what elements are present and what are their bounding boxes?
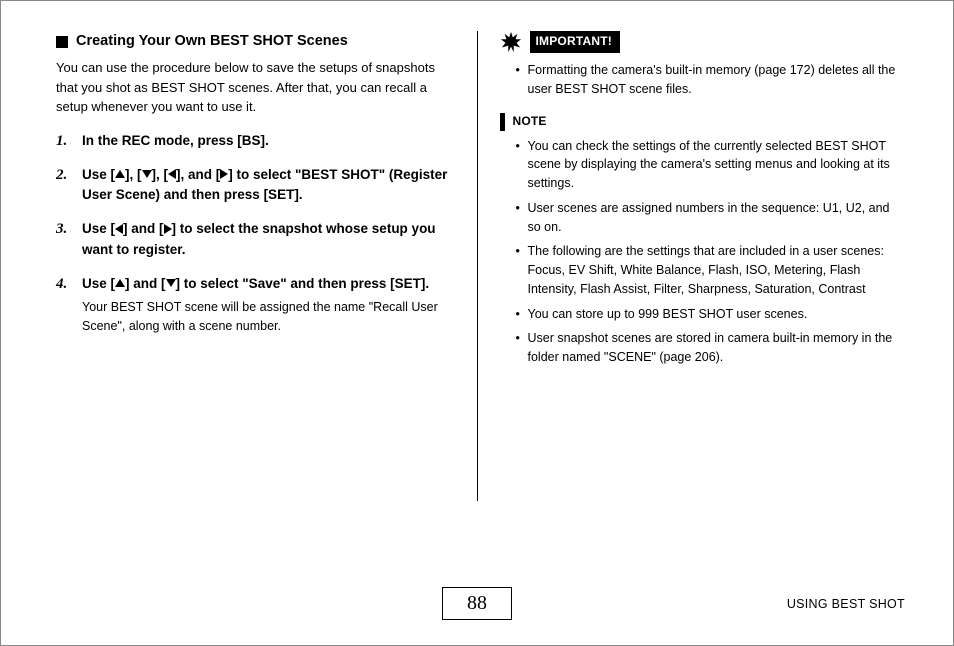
step-head: In the REC mode, press [BS].: [82, 131, 455, 151]
important-item: Formatting the camera's built-in memory …: [516, 61, 899, 99]
step-2: Use [], [], [], and [] to select "BEST S…: [56, 165, 455, 206]
left-arrow-icon: [115, 224, 123, 234]
down-arrow-icon: [166, 279, 176, 287]
right-arrow-icon: [164, 224, 172, 234]
step-head: Use [], [], [], and [] to select "BEST S…: [82, 165, 455, 206]
square-bullet-icon: [56, 36, 68, 48]
starburst-icon: [500, 31, 522, 53]
important-list: Formatting the camera's built-in memory …: [500, 61, 899, 99]
left-column: Creating Your Own BEST SHOT Scenes You c…: [46, 31, 477, 501]
step-3: Use [] and [] to select the snapshot who…: [56, 219, 455, 260]
up-arrow-icon: [115, 279, 125, 287]
step-body: Your BEST SHOT scene will be assigned th…: [82, 298, 455, 336]
note-item: User scenes are assigned numbers in the …: [516, 199, 899, 237]
important-header: IMPORTANT!: [500, 31, 899, 53]
right-column: IMPORTANT! Formatting the camera's built…: [478, 31, 909, 501]
step-head: Use [] and [] to select "Save" and then …: [82, 274, 455, 294]
note-item: You can check the settings of the curren…: [516, 137, 899, 193]
page-footer: 88 USING BEST SHOT: [1, 587, 953, 627]
steps-list: In the REC mode, press [BS]. Use [], [],…: [56, 131, 455, 336]
up-arrow-icon: [115, 170, 125, 178]
step-head: Use [] and [] to select the snapshot who…: [82, 219, 455, 260]
note-item: User snapshot scenes are stored in camer…: [516, 329, 899, 367]
note-label: NOTE: [513, 113, 547, 130]
heading-text: Creating Your Own BEST SHOT Scenes: [76, 31, 348, 52]
left-arrow-icon: [168, 169, 176, 179]
page-content: Creating Your Own BEST SHOT Scenes You c…: [1, 1, 953, 561]
note-item: You can store up to 999 BEST SHOT user s…: [516, 305, 899, 324]
page-number: 88: [442, 587, 512, 620]
note-sub: Focus, EV Shift, White Balance, Flash, I…: [528, 261, 899, 299]
intro-paragraph: You can use the procedure below to save …: [56, 58, 455, 117]
note-item: The following are the settings that are …: [516, 242, 899, 298]
note-bar-icon: [500, 113, 505, 131]
note-list: You can check the settings of the curren…: [500, 137, 899, 367]
step-1: In the REC mode, press [BS].: [56, 131, 455, 151]
step-4: Use [] and [] to select "Save" and then …: [56, 274, 455, 336]
section-heading: Creating Your Own BEST SHOT Scenes: [56, 31, 455, 52]
important-label: IMPORTANT!: [530, 31, 620, 52]
right-arrow-icon: [220, 169, 228, 179]
footer-section-label: USING BEST SHOT: [787, 597, 905, 611]
note-header: NOTE: [500, 113, 899, 131]
down-arrow-icon: [142, 170, 152, 178]
